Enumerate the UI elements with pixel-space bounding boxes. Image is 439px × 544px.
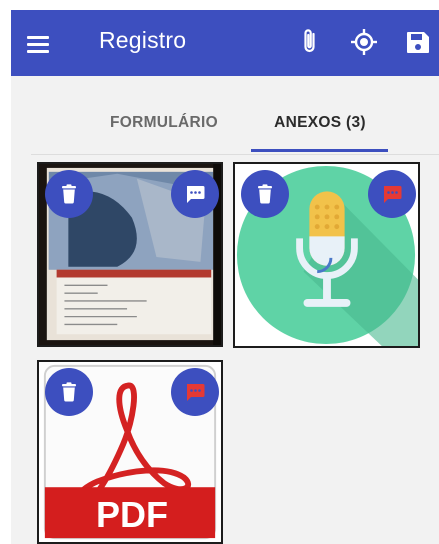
trash-icon (62, 184, 76, 204)
tab-anexos[interactable]: ANEXOS (3) (251, 114, 389, 144)
comment-icon (187, 186, 205, 203)
comment-button[interactable] (368, 170, 416, 218)
tab-indicator (251, 149, 388, 152)
menu-icon-line (27, 36, 49, 39)
attachment-pdf[interactable]: PDF (37, 360, 223, 544)
menu-icon-line (27, 43, 49, 46)
save-button[interactable] (401, 25, 435, 59)
menu-button[interactable] (27, 28, 55, 58)
trash-icon (62, 382, 76, 402)
tab-bar: FORMULÁRIO ANEXOS (3) (11, 76, 439, 152)
delete-button[interactable] (241, 170, 289, 218)
trash-icon (258, 184, 272, 204)
attachment-photo[interactable] (37, 162, 223, 347)
attach-button[interactable] (293, 25, 327, 59)
comment-icon (187, 384, 205, 401)
comment-icon (384, 186, 402, 203)
delete-button[interactable] (45, 170, 93, 218)
attach-icon (304, 29, 315, 53)
comment-button[interactable] (171, 170, 219, 218)
gps-icon (351, 29, 377, 55)
attachment-audio[interactable] (233, 162, 420, 348)
location-button[interactable] (347, 25, 381, 59)
save-icon (407, 32, 429, 53)
delete-button[interactable] (45, 368, 93, 416)
app-screen: Registro FORMULÁRIO ANEXOS (3) PDF (11, 10, 439, 544)
page-title: Registro (99, 27, 187, 53)
app-bar: Registro (11, 10, 439, 76)
comment-button[interactable] (171, 368, 219, 416)
tabs-divider (31, 154, 439, 155)
pdf-badge-text: PDF (96, 494, 168, 535)
tab-formulario[interactable]: FORMULÁRIO (79, 114, 249, 144)
menu-icon-line (27, 50, 49, 53)
